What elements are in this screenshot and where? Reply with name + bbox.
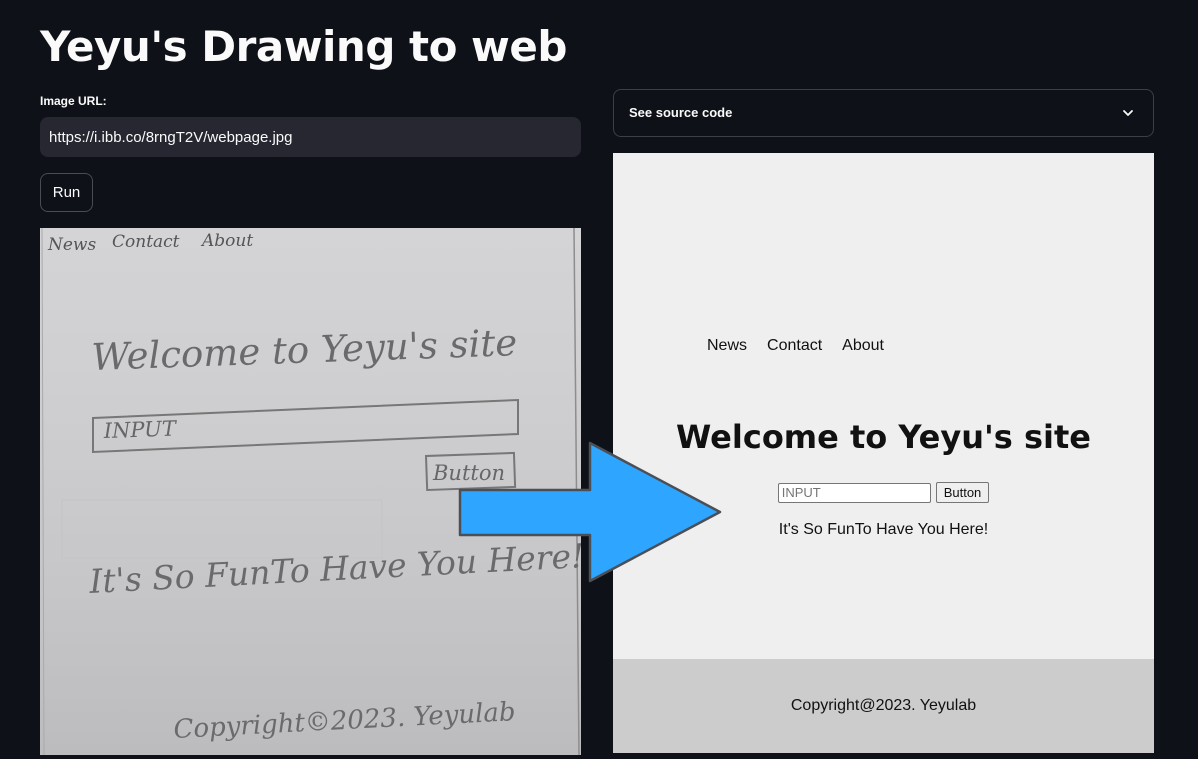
sketch-input-text: INPUT (102, 416, 178, 443)
sketch-nav-contact: Contact (112, 232, 180, 252)
run-button[interactable]: Run (40, 173, 93, 212)
preview-nav-news[interactable]: News (707, 337, 747, 355)
image-url-label: Image URL: (40, 94, 107, 108)
preview-nav: News Contact About (707, 337, 884, 355)
image-url-input[interactable] (40, 117, 581, 157)
app-title: Yeyu's Drawing to web (40, 22, 567, 71)
preview-footer: Copyright@2023. Yeyulab (613, 659, 1154, 753)
see-source-code-expander[interactable]: See source code (613, 89, 1154, 137)
sketch-nav-about: About (200, 231, 253, 251)
sketch-nav-news: News (47, 235, 96, 255)
preview-footer-text: Copyright@2023. Yeyulab (790, 697, 977, 714)
preview-button[interactable]: Button (935, 482, 990, 503)
sketch-heading: Welcome to Yeyu's site (91, 321, 518, 379)
preview-nav-contact[interactable]: Contact (767, 337, 822, 355)
right-arrow-icon (458, 441, 722, 583)
preview-input[interactable] (777, 482, 931, 503)
sketch-footer: Copyright©2023. Yeyulab (173, 697, 516, 745)
chevron-down-icon (1123, 110, 1133, 116)
preview-nav-about[interactable]: About (842, 337, 884, 355)
expander-label: See source code (629, 105, 733, 120)
